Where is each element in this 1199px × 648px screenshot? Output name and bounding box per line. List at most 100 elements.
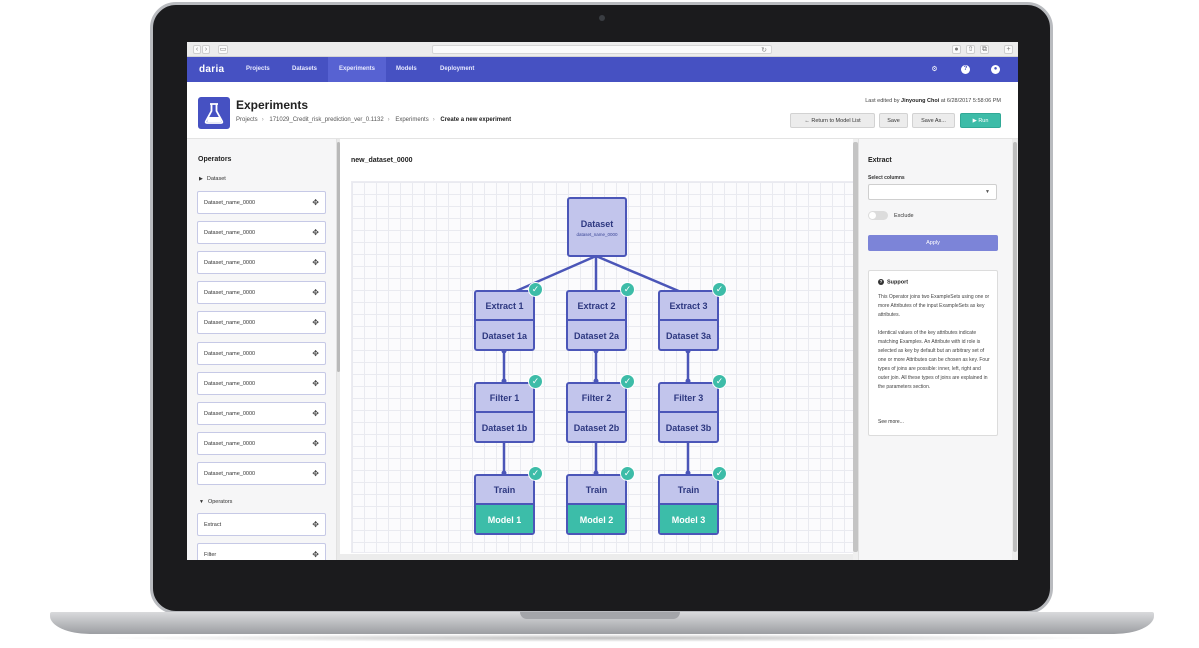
forward-icon[interactable]: › [202,45,210,54]
train-node[interactable]: Train Model 1 [474,474,535,535]
dataset-item[interactable]: Dataset_name_0000 ✥ [197,251,326,274]
operators-panel: Operators ▶ Dataset Dataset_name_0000 ✥ Da… [187,139,337,560]
gear-icon[interactable]: ⚙ [930,65,939,74]
dataset-item[interactable]: Dataset_name_0000 ✥ [197,372,326,395]
extract-node[interactable]: Extract 1 Dataset 1a [474,290,535,351]
move-icon[interactable]: ✥ [312,379,319,388]
nav-deployment[interactable]: Deployment [429,57,485,82]
laptop-shadow [90,634,1114,642]
move-icon[interactable]: ✥ [312,409,319,418]
properties-title: Extract [868,157,892,164]
check-icon: ✓ [528,374,543,389]
canvas-horizontal-scrollbar[interactable] [340,554,853,560]
dataset-item[interactable]: Dataset_name_0000 ✥ [197,342,326,365]
root-dataset-node[interactable]: Dataset dataset_name_0000 [567,197,627,257]
move-icon[interactable]: ✥ [312,228,319,237]
address-bar[interactable]: ↻ [432,45,772,54]
reload-icon[interactable]: ↻ [761,46,767,54]
move-icon[interactable]: ✥ [312,288,319,297]
save-button[interactable]: Save [879,113,908,128]
check-icon: ✓ [620,466,635,481]
train-node[interactable]: Train Model 2 [566,474,627,535]
support-box: ? Support This Operator joins two Example… [868,270,998,436]
last-edited-info: Last edited by Jinyoung Choi at 6/28/201… [865,98,1001,104]
check-icon: ✓ [620,282,635,297]
support-title: ? Support [878,279,909,286]
dataset-item[interactable]: Dataset_name_0000 ✥ [197,281,326,304]
page-title: Experiments [236,98,309,112]
move-icon[interactable]: ✥ [312,520,319,529]
check-icon: ✓ [528,282,543,297]
help-icon[interactable]: ? [961,65,970,74]
dataset-item[interactable]: Dataset_name_0000 ✥ [197,432,326,455]
breadcrumb-projects[interactable]: Projects [236,117,258,123]
breadcrumb-project[interactable]: 171029_Credit_risk_prediction_ver_0.1132 [269,117,383,123]
extract-node[interactable]: Extract 2 Dataset 2a [566,290,627,351]
dataset-item[interactable]: Dataset_name_0000 ✥ [197,191,326,214]
experiment-canvas[interactable]: new_dataset_0000 Dataset dataset_name_00… [340,139,858,560]
breadcrumb-experiments[interactable]: Experiments [395,117,428,123]
tabs-icon[interactable]: ⧉ [980,45,989,54]
nav-models[interactable]: Models [385,57,428,82]
check-icon: ✓ [620,374,635,389]
question-icon: ? [878,279,884,285]
move-icon[interactable]: ✥ [312,318,319,327]
check-icon: ✓ [712,282,727,297]
nav-experiments[interactable]: Experiments [328,57,387,82]
move-icon[interactable]: ✥ [312,258,319,267]
save-as-button[interactable]: Save As... [912,113,955,128]
see-more-link[interactable]: See more... [878,419,904,425]
move-icon[interactable]: ✥ [312,349,319,358]
dataset-item[interactable]: Dataset_name_0000 ✥ [197,402,326,425]
new-tab-icon[interactable]: + [1004,45,1013,54]
move-icon[interactable]: ✥ [312,439,319,448]
caret-down-icon: ▼ [985,189,990,195]
top-navigation: daria Projects Datasets Experiments Mode… [187,57,1018,82]
dataset-item[interactable]: Dataset_name_0000 ✥ [197,311,326,334]
select-columns-label: Select columns [868,175,905,181]
toggle-knob [869,212,876,219]
filter-node[interactable]: Filter 3 Dataset 3b [658,382,719,443]
extract-node[interactable]: Extract 3 Dataset 3a [658,290,719,351]
laptop-notch [520,612,680,619]
caret-right-icon: ▶ [199,176,203,182]
check-icon: ✓ [712,466,727,481]
select-columns-dropdown[interactable]: ▼ [868,184,997,200]
breadcrumb-current: Create a new experiment [440,117,512,123]
flask-icon [198,97,230,129]
user-icon[interactable]: ● [991,65,1000,74]
filter-node[interactable]: Filter 1 Dataset 1b [474,382,535,443]
dataset-item[interactable]: Dataset_name_0000 ✥ [197,221,326,244]
operators-group-toggle[interactable]: ▼ Operators [199,499,232,505]
filter-node[interactable]: Filter 2 Dataset 2b [566,382,627,443]
operators-panel-title: Operators [198,156,232,163]
apply-button[interactable]: Apply [868,235,998,251]
screen: ‹ › ▭ ↻ ● ⇧ ⧉ + daria Projects Datasets … [187,42,1018,560]
move-icon[interactable]: ✥ [312,550,319,559]
support-text: This Operator joins two ExampleSets usin… [878,294,990,390]
caret-down-icon: ▼ [199,499,204,505]
nav-datasets[interactable]: Datasets [281,57,328,82]
sidebar-toggle-icon[interactable]: ▭ [218,45,228,54]
nav-projects[interactable]: Projects [235,57,281,82]
dataset-group-toggle[interactable]: ▶ Dataset [199,176,226,182]
operator-item-filter[interactable]: Filter ✥ [197,543,326,560]
shield-icon[interactable]: ● [952,45,961,54]
back-icon[interactable]: ‹ [193,45,201,54]
move-icon[interactable]: ✥ [312,198,319,207]
return-to-model-list-button[interactable]: ← Return to Model List [790,113,875,128]
breadcrumb: Projects › 171029_Credit_risk_prediction_… [236,117,512,123]
train-node[interactable]: Train Model 3 [658,474,719,535]
properties-panel: Extract Select columns ▼ Exclude Apply ?… [858,139,1012,560]
camera-dot [599,15,605,21]
app-logo[interactable]: daria [199,64,224,75]
move-icon[interactable]: ✥ [312,469,319,478]
check-icon: ✓ [712,374,727,389]
operator-item-extract[interactable]: Extract ✥ [197,513,326,536]
dataset-item[interactable]: Dataset_name_0000 ✥ [197,462,326,485]
run-button[interactable]: ▶ Run [960,113,1001,128]
exclude-toggle[interactable] [868,211,888,220]
exclude-label: Exclude [894,213,914,219]
share-icon[interactable]: ⇧ [966,45,975,54]
properties-scrollbar[interactable] [1013,142,1017,552]
